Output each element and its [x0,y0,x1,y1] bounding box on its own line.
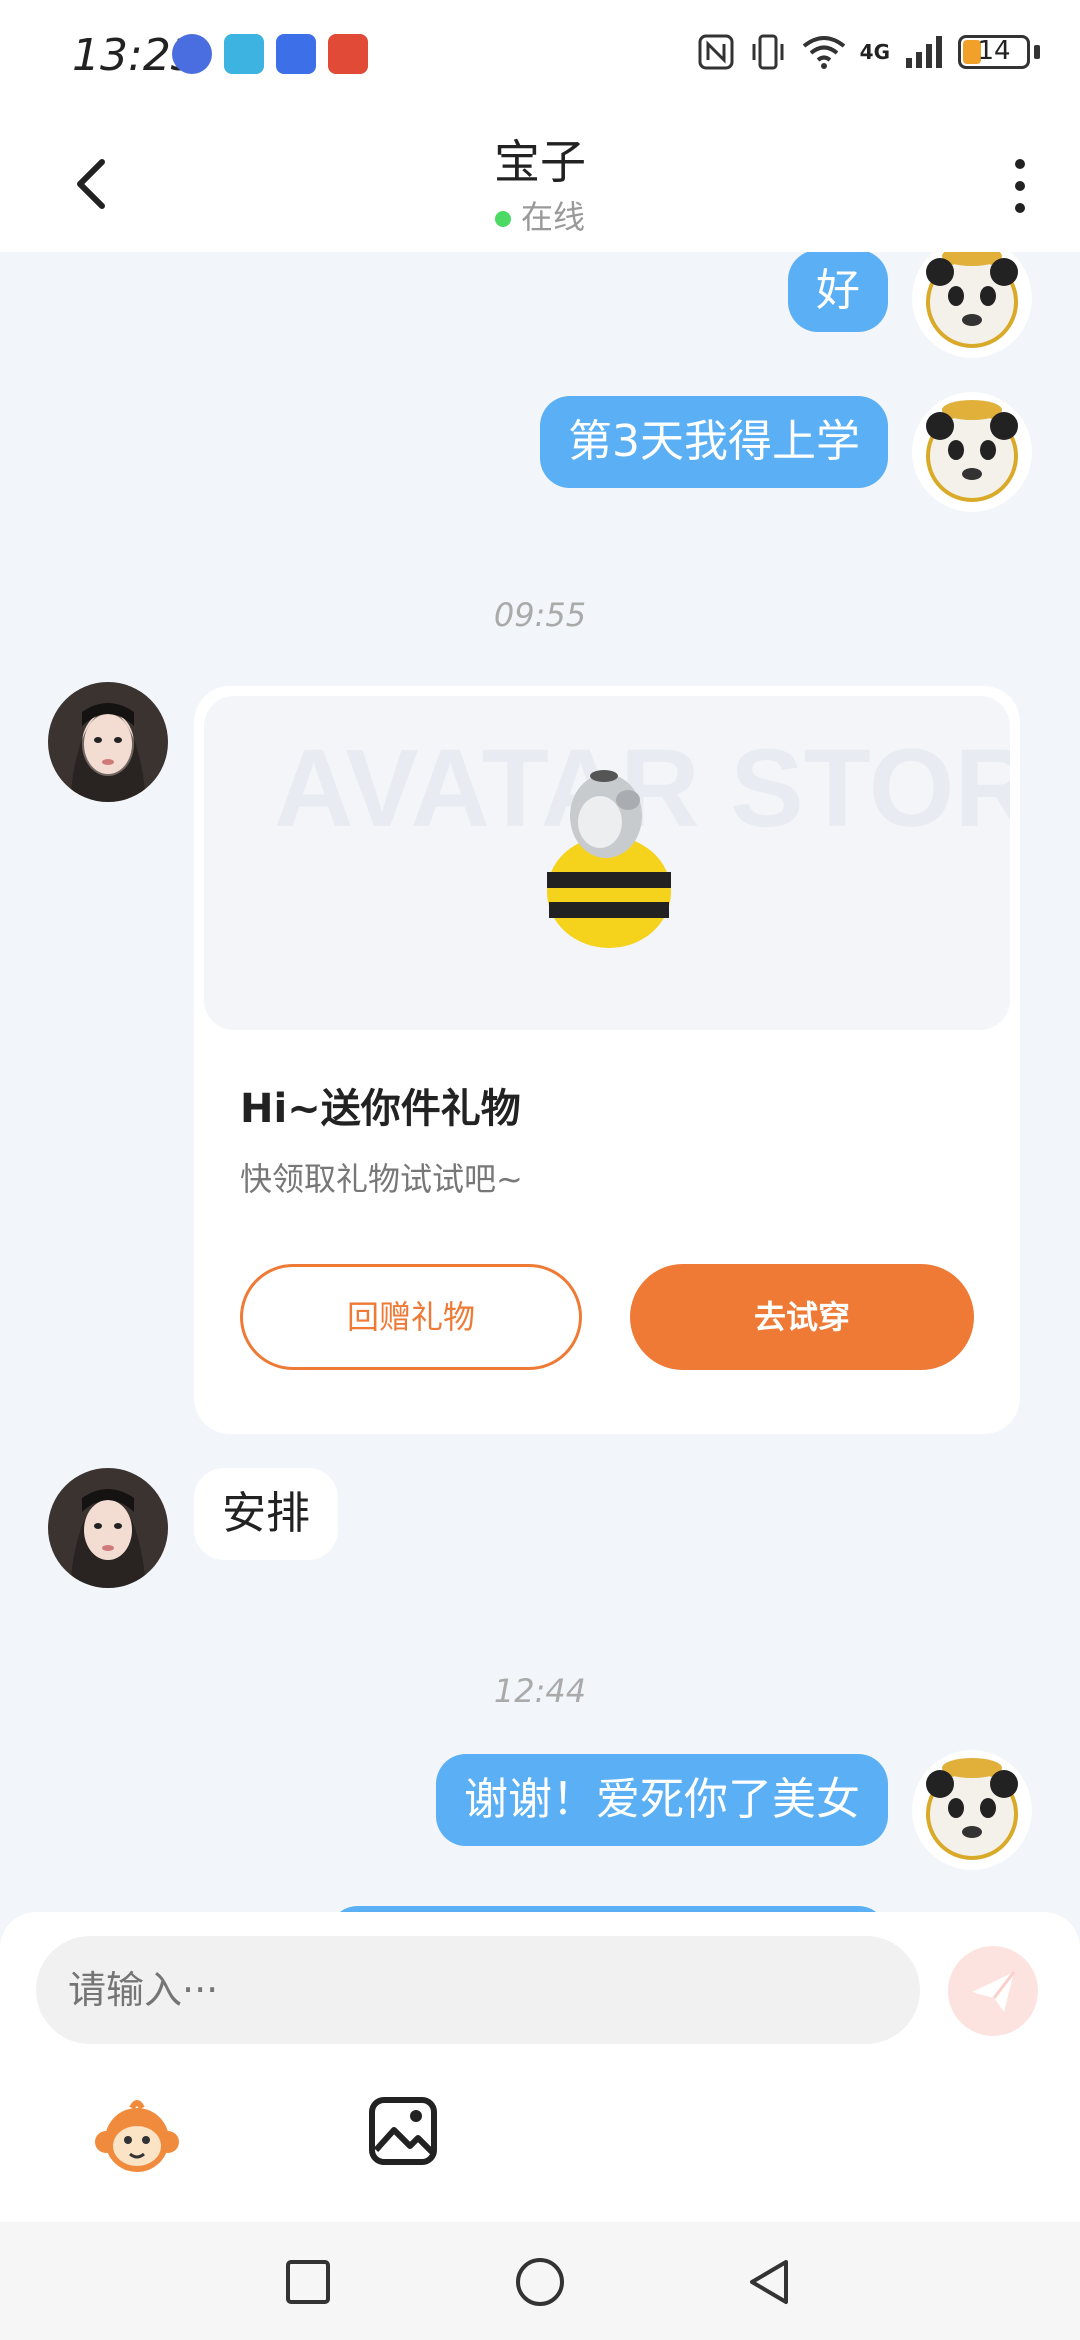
my-message-bubble[interactable]: 第3天我得上学 [540,396,888,488]
online-status-text: 在线 [520,198,585,236]
browser-icon [172,34,212,74]
panda-meme-avatar-icon [912,1750,1032,1870]
sticker-button[interactable] [92,2092,182,2182]
more-vertical-icon [1015,159,1025,213]
status-right: 4G 14 [698,34,1040,70]
circle-icon [516,2258,564,2306]
system-nav-bar [0,2222,1080,2340]
wifi-icon [802,36,845,69]
contact-message-bubble[interactable]: 安排 [194,1468,338,1560]
online-status: 在线 [0,192,1080,238]
home-button[interactable] [512,2254,568,2310]
nfc-icon [698,34,734,70]
square-icon [286,2260,330,2304]
status-bar: 13:23 4G 14 [0,0,1080,120]
gift-image[interactable]: AVATAR STORE [204,696,1010,1030]
my-message-bubble[interactable]: 谢谢！爱死你了美女 [436,1754,888,1846]
contact-avatar[interactable] [48,682,168,802]
online-dot [494,211,511,227]
book-app-icon [224,34,264,74]
my-avatar[interactable] [912,252,1032,358]
girl-avatar-icon [48,682,168,802]
signal-icon [906,36,942,68]
watermark-text: AVATAR STORE [274,727,1010,850]
timestamp: 12:44 [493,1672,587,1710]
gift-card[interactable]: AVATAR STORE Hi~送你件礼物 快领取礼物试试吧~ 回赠礼物 去试穿 [194,686,1020,1434]
status-app-icons [172,34,368,74]
gift-title: Hi~送你件礼物 [240,1086,521,1132]
panda-meme-avatar-icon [912,392,1032,512]
image-icon [369,2097,437,2165]
panda-meme-avatar-icon [912,252,1032,358]
send-icon [972,1971,1016,2012]
more-options-button[interactable] [1000,150,1040,220]
try-on-button[interactable]: 去试穿 [630,1264,974,1370]
vibrate-icon [752,34,784,70]
nav-back-button[interactable] [742,2254,798,2310]
triangle-back-icon [750,2260,788,2304]
video-app-icon [328,34,368,74]
contact-name: 宝子 [494,135,586,189]
girl-avatar-icon [48,1468,168,1588]
input-bar [0,1912,1080,2222]
contact-avatar[interactable] [48,1468,168,1588]
my-avatar[interactable] [912,392,1032,512]
chat-messages[interactable]: 好 第3天我得上学 09:55 AVATAR STORE Hi~送你件礼物 快领… [0,252,1080,1912]
network-type: 4G [859,40,890,64]
send-button[interactable] [948,1946,1038,2036]
return-gift-button[interactable]: 回赠礼物 [240,1264,582,1370]
battery-icon: 14 [958,35,1030,69]
my-message-bubble[interactable]: 好 [788,252,888,332]
chat-header: 宝子 在线 [0,120,1080,252]
gift-subtitle: 快领取礼物试试吧~ [240,1160,523,1198]
image-button[interactable] [368,2096,438,2166]
timestamp: 09:55 [493,596,587,634]
recents-button[interactable] [280,2254,336,2310]
message-input[interactable] [36,1936,920,2044]
battery-level: 14 [977,36,1011,66]
store-app-icon [276,34,316,74]
monkey-sticker-icon [95,2100,179,2172]
gift-preview-image: AVATAR STORE [274,727,1010,948]
my-avatar[interactable] [912,1750,1032,1870]
